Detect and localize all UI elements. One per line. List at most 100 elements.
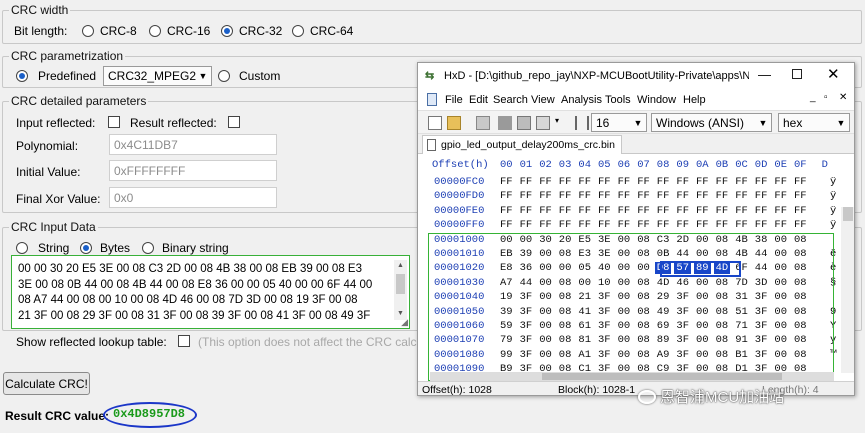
mdi-minimize-icon[interactable]: _ [810,92,816,103]
scroll-up-icon[interactable]: ▲ [394,260,407,272]
hex-byte[interactable]: FF [774,219,787,231]
hex-byte[interactable]: FF [657,219,670,231]
file-tab[interactable]: gpio_led_output_delay200ms_crc.bin [422,135,622,154]
result-reflected-checkbox[interactable] [228,116,240,128]
hex-byte[interactable]: FF [500,176,513,188]
hex-row[interactable]: 00000FE0 FF FF FF FF FF FF FF FF FF FF FF FF FF FF FF FF… [418,205,848,219]
hex-byte[interactable]: FF [696,176,709,188]
hex-byte[interactable]: FF [618,219,631,231]
hex-byte[interactable]: FF [637,219,650,231]
hex-scroll-thumb[interactable] [843,207,853,221]
hex-byte[interactable]: FF [696,219,709,231]
save-icon[interactable] [476,116,490,130]
hex-byte[interactable]: FF [520,176,533,188]
polynomial-field[interactable]: 0x4C11DB7 [109,134,277,155]
hex-byte[interactable]: FF [520,190,533,202]
minimize-icon[interactable]: — [758,67,771,82]
hex-byte[interactable]: FF [676,176,689,188]
hex-byte[interactable]: FF [794,176,807,188]
hex-byte[interactable]: FF [637,190,650,202]
hex-byte[interactable]: FF [657,176,670,188]
close-icon[interactable]: ✕ [827,65,840,83]
initial-value-field[interactable]: 0xFFFFFFFF [109,160,277,181]
paste-options-icon[interactable]: ▾ [555,116,569,130]
hex-byte[interactable]: FF [657,190,670,202]
radio-crc16-label[interactable]: CRC-16 [167,24,210,38]
input-reflected-checkbox[interactable] [108,116,120,128]
hex-byte[interactable]: FF [618,176,631,188]
hex-byte[interactable]: FF [716,219,729,231]
predefined-select[interactable]: CRC32_MPEG2 ▼ [103,66,212,86]
cut-icon[interactable] [498,116,512,130]
hex-byte[interactable]: FF [755,219,768,231]
charset-select[interactable]: Windows (ANSI) ▼ [651,113,772,132]
hex-row[interactable]: 00000FC0 FF FF FF FF FF FF FF FF FF FF FF FF FF FF FF FF… [418,176,848,190]
hex-byte[interactable]: FF [578,205,591,217]
menu-edit[interactable]: Edit [469,94,488,106]
menu-window[interactable]: Window [637,94,676,106]
mdi-restore-icon[interactable]: ▫ [824,92,828,103]
menu-tools[interactable]: Tools [605,94,631,106]
hex-byte[interactable]: FF [598,190,611,202]
radio-crc8-label[interactable]: CRC-8 [100,24,137,38]
radio-predefined[interactable] [16,70,28,82]
radio-crc8[interactable] [82,25,94,37]
hex-byte[interactable]: FF [559,190,572,202]
radio-binary-string[interactable] [142,242,154,254]
radio-crc16[interactable] [149,25,161,37]
hex-byte[interactable]: FF [735,205,748,217]
hex-byte[interactable]: FF [618,205,631,217]
calculate-crc-button[interactable]: Calculate CRC! [3,372,90,395]
hex-byte[interactable]: FF [637,205,650,217]
hex-byte[interactable]: FF [716,176,729,188]
menu-view[interactable]: View [531,94,555,106]
hex-byte[interactable]: FF [755,205,768,217]
hex-byte[interactable]: FF [500,205,513,217]
final-xor-field[interactable]: 0x0 [109,187,277,208]
menu-file[interactable]: File [445,94,463,106]
hex-row[interactable]: 00000FD0 FF FF FF FF FF FF FF FF FF FF FF FF FF FF FF FF… [418,190,848,204]
hex-byte[interactable]: FF [735,219,748,231]
hex-byte[interactable]: FF [520,219,533,231]
textarea-scrollbar[interactable]: ▲ ▼ [394,260,407,320]
hex-byte[interactable]: FF [539,190,552,202]
hex-byte[interactable]: FF [578,190,591,202]
menu-help[interactable]: Help [683,94,706,106]
format-select[interactable]: hex ▼ [778,113,850,132]
radio-predefined-label[interactable]: Predefined [38,69,96,83]
hex-byte[interactable]: FF [598,176,611,188]
hex-byte[interactable]: FF [500,190,513,202]
hex-byte[interactable]: FF [500,219,513,231]
hex-hscrollbar[interactable] [430,372,834,381]
maximize-icon[interactable] [792,69,802,79]
paste-icon[interactable] [536,116,550,130]
hex-byte[interactable]: FF [578,219,591,231]
hex-byte[interactable]: FF [755,176,768,188]
hex-byte[interactable]: FF [794,205,807,217]
open-file-icon[interactable] [447,116,461,130]
hex-byte[interactable]: FF [598,219,611,231]
radio-crc64-label[interactable]: CRC-64 [310,24,353,38]
hex-byte[interactable]: FF [559,219,572,231]
hex-byte[interactable]: FF [696,205,709,217]
hex-hscroll-thumb[interactable] [542,373,782,380]
radio-crc32-label[interactable]: CRC-32 [239,24,282,38]
resize-grip-icon[interactable]: ◢ [401,317,408,328]
lookup-table-checkbox[interactable] [178,335,190,347]
hex-byte[interactable]: FF [676,219,689,231]
menu-search[interactable]: Search [493,94,528,106]
hex-byte[interactable]: FF [598,205,611,217]
radio-bytes-label[interactable]: Bytes [100,241,130,255]
hex-byte[interactable]: FF [618,190,631,202]
hex-byte[interactable]: FF [774,205,787,217]
menu-analysis[interactable]: Analysis [561,94,602,106]
hex-byte[interactable]: FF [716,205,729,217]
hex-byte[interactable]: FF [794,219,807,231]
hex-byte[interactable]: FF [696,190,709,202]
radio-binary-string-label[interactable]: Binary string [162,241,229,255]
columns-select[interactable]: 16 ▼ [591,113,647,132]
hex-byte[interactable]: FF [774,190,787,202]
scroll-thumb[interactable] [396,274,405,294]
hex-byte[interactable]: FF [735,190,748,202]
mdi-close-icon[interactable]: ✕ [839,92,847,103]
